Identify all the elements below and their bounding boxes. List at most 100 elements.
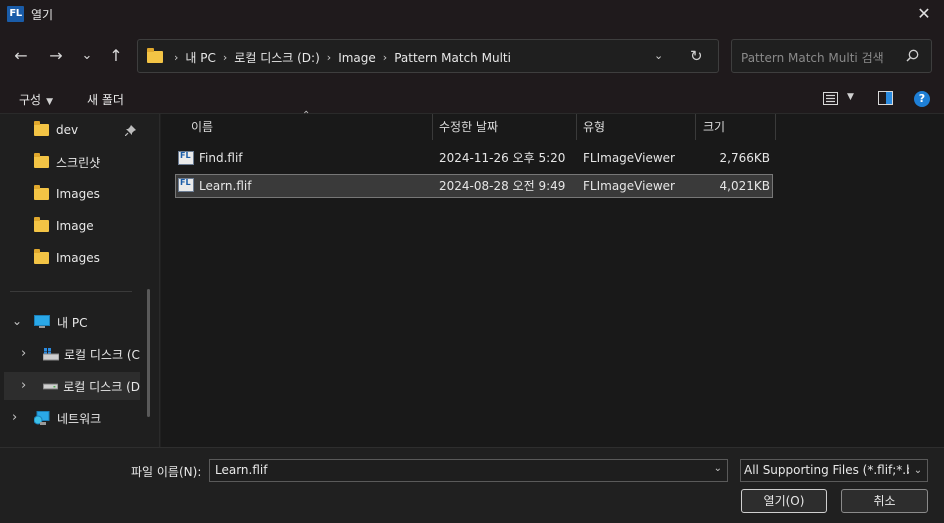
flif-file-icon: [178, 151, 194, 165]
drive-icon: [43, 383, 59, 390]
file-name: Find.flif: [199, 151, 243, 165]
filename-history-chevron-icon[interactable]: ⌄: [714, 463, 722, 474]
sidebar-item-local-disk-d[interactable]: › 로컬 디스크 (D: [4, 372, 140, 400]
sidebar-item-screenshots[interactable]: 스크린샷: [0, 148, 148, 176]
breadcrumb-this-pc[interactable]: 내 PC: [185, 49, 215, 66]
breadcrumb: › 내 PC › 로컬 디스크 (D:) › Image › Pattern M…: [174, 49, 511, 66]
folder-icon: [34, 217, 49, 232]
sidebar-item-label: 네트워크: [57, 411, 102, 426]
search-input[interactable]: Pattern Match Multi 검색: [731, 39, 932, 73]
column-header-type[interactable]: 유형: [583, 114, 605, 140]
chevron-right-icon[interactable]: ›: [21, 378, 26, 393]
sidebar-item-label: 로컬 디스크 (D: [63, 379, 140, 394]
caret-down-icon: ▼: [46, 97, 54, 107]
breadcrumb-separator[interactable]: ›: [327, 51, 331, 64]
organize-label: 구성: [19, 93, 42, 107]
file-type: FLImageViewer: [583, 179, 675, 193]
file-name: Learn.flif: [199, 179, 252, 193]
file-size: 4,021KB: [719, 179, 770, 193]
address-dropdown-chevron-icon[interactable]: ⌄: [654, 49, 663, 62]
file-type-select[interactable]: All Supporting Files (*.flif;*.bm ⌄: [740, 459, 928, 482]
view-options-icon[interactable]: [823, 92, 838, 105]
new-folder-button[interactable]: 새 폴더: [87, 91, 124, 108]
sidebar-divider: [10, 291, 132, 292]
breadcrumb-separator[interactable]: ›: [174, 51, 178, 64]
sidebar-item-label: Images: [56, 251, 100, 265]
file-row-find[interactable]: Find.flif 2024-11-26 오후 5:20 FLImageView…: [175, 147, 773, 171]
filename-value[interactable]: Learn.flif: [215, 463, 267, 477]
refresh-icon[interactable]: ↻: [690, 47, 703, 65]
search-placeholder: Pattern Match Multi 검색: [741, 51, 884, 65]
app-logo-icon: FL: [7, 6, 24, 22]
close-icon[interactable]: ✕: [914, 4, 934, 24]
preview-pane-icon[interactable]: [878, 91, 893, 105]
sidebar-scrollbar[interactable]: [147, 289, 150, 417]
window-title: 열기: [31, 8, 54, 22]
file-type: FLImageViewer: [583, 151, 675, 165]
sidebar-item-network[interactable]: › 네트워크: [0, 404, 148, 432]
filename-label: 파일 이름(N):: [131, 465, 202, 479]
pin-icon[interactable]: [125, 125, 136, 136]
system-drive-icon: [43, 347, 59, 360]
cancel-button[interactable]: 취소: [841, 489, 928, 513]
sort-ascending-icon: ⌃: [302, 110, 311, 121]
chevron-down-icon[interactable]: ⌄: [12, 314, 22, 328]
flif-file-icon: [178, 178, 194, 192]
sidebar-item-label: 로컬 디스크 (C: [64, 347, 140, 362]
file-modified: 2024-11-26 오후 5:20: [439, 151, 566, 165]
column-header-size[interactable]: 크기: [703, 114, 725, 140]
network-icon: [34, 410, 50, 425]
sidebar-item-label: Image: [56, 219, 94, 233]
title-bar: FL 열기 ✕: [0, 0, 944, 29]
breadcrumb-image[interactable]: Image: [338, 51, 376, 65]
file-row-learn[interactable]: Learn.flif 2024-08-28 오전 9:49 FLImageVie…: [175, 174, 773, 198]
folder-icon: [147, 48, 163, 63]
sidebar-item-image[interactable]: Image: [0, 212, 148, 240]
file-list: 이름 ⌃ 수정한 날짜 유형 크기 Find.flif 2024-11-26 오…: [161, 110, 944, 447]
up-arrow-icon[interactable]: ↑: [104, 45, 128, 67]
open-button[interactable]: 열기(O): [741, 489, 827, 513]
dialog-footer: 파일 이름(N): Learn.flif ⌄ All Supporting Fi…: [0, 447, 944, 523]
sidebar-item-images-2[interactable]: Images: [0, 244, 148, 272]
forward-arrow-icon[interactable]: →: [44, 45, 68, 67]
file-type-value: All Supporting Files (*.flif;*.bm: [744, 463, 926, 477]
file-modified: 2024-08-28 오전 9:49: [439, 179, 566, 193]
view-options-caret-icon[interactable]: ▼: [847, 92, 854, 102]
file-size: 2,766KB: [719, 151, 770, 165]
address-bar[interactable]: › 내 PC › 로컬 디스크 (D:) › Image › Pattern M…: [137, 39, 719, 73]
breadcrumb-separator[interactable]: ›: [223, 51, 227, 64]
breadcrumb-local-disk-d[interactable]: 로컬 디스크 (D:): [234, 49, 319, 66]
column-divider[interactable]: [432, 114, 433, 140]
back-arrow-icon[interactable]: ←: [9, 45, 33, 67]
column-header-name[interactable]: 이름: [191, 114, 213, 140]
chevron-right-icon[interactable]: ›: [21, 346, 26, 361]
filename-field[interactable]: Learn.flif ⌄: [209, 459, 728, 482]
navigation-pane: dev 스크린샷 Images Image Images ⌄ 내 PC › 로컬…: [0, 114, 160, 447]
help-icon[interactable]: ?: [914, 91, 930, 107]
breadcrumb-separator[interactable]: ›: [383, 51, 387, 64]
folder-icon: [34, 185, 49, 200]
sidebar-item-this-pc[interactable]: ⌄ 내 PC: [0, 308, 148, 336]
sidebar-item-label: dev: [56, 123, 79, 137]
column-header-date-modified[interactable]: 수정한 날짜: [439, 114, 498, 140]
recent-locations-chevron-icon[interactable]: ⌄: [75, 45, 99, 67]
column-divider[interactable]: [576, 114, 577, 140]
command-toolbar: 구성 ▼ 새 폴더 ▼ ?: [0, 83, 944, 114]
navigation-bar: ← → ⌄ ↑ › 내 PC › 로컬 디스크 (D:) › Image › P…: [0, 29, 944, 83]
sidebar-item-label: 내 PC: [57, 315, 88, 330]
sidebar-item-label: Images: [56, 187, 100, 201]
chevron-right-icon[interactable]: ›: [12, 410, 17, 425]
chevron-down-icon[interactable]: ⌄: [909, 460, 927, 481]
column-divider[interactable]: [695, 114, 696, 140]
folder-icon: [34, 121, 49, 136]
column-divider[interactable]: [775, 114, 776, 140]
search-icon[interactable]: [906, 49, 919, 62]
folder-icon: [34, 153, 49, 168]
folder-icon: [34, 249, 49, 264]
sidebar-item-local-disk-c[interactable]: › 로컬 디스크 (C: [0, 340, 148, 368]
sidebar-item-images[interactable]: Images: [0, 180, 148, 208]
sidebar-item-label: 스크린샷: [56, 155, 101, 170]
breadcrumb-pattern-match-multi[interactable]: Pattern Match Multi: [394, 51, 511, 65]
organize-menu-button[interactable]: 구성 ▼: [19, 91, 53, 108]
sidebar-item-dev[interactable]: dev: [0, 116, 148, 144]
